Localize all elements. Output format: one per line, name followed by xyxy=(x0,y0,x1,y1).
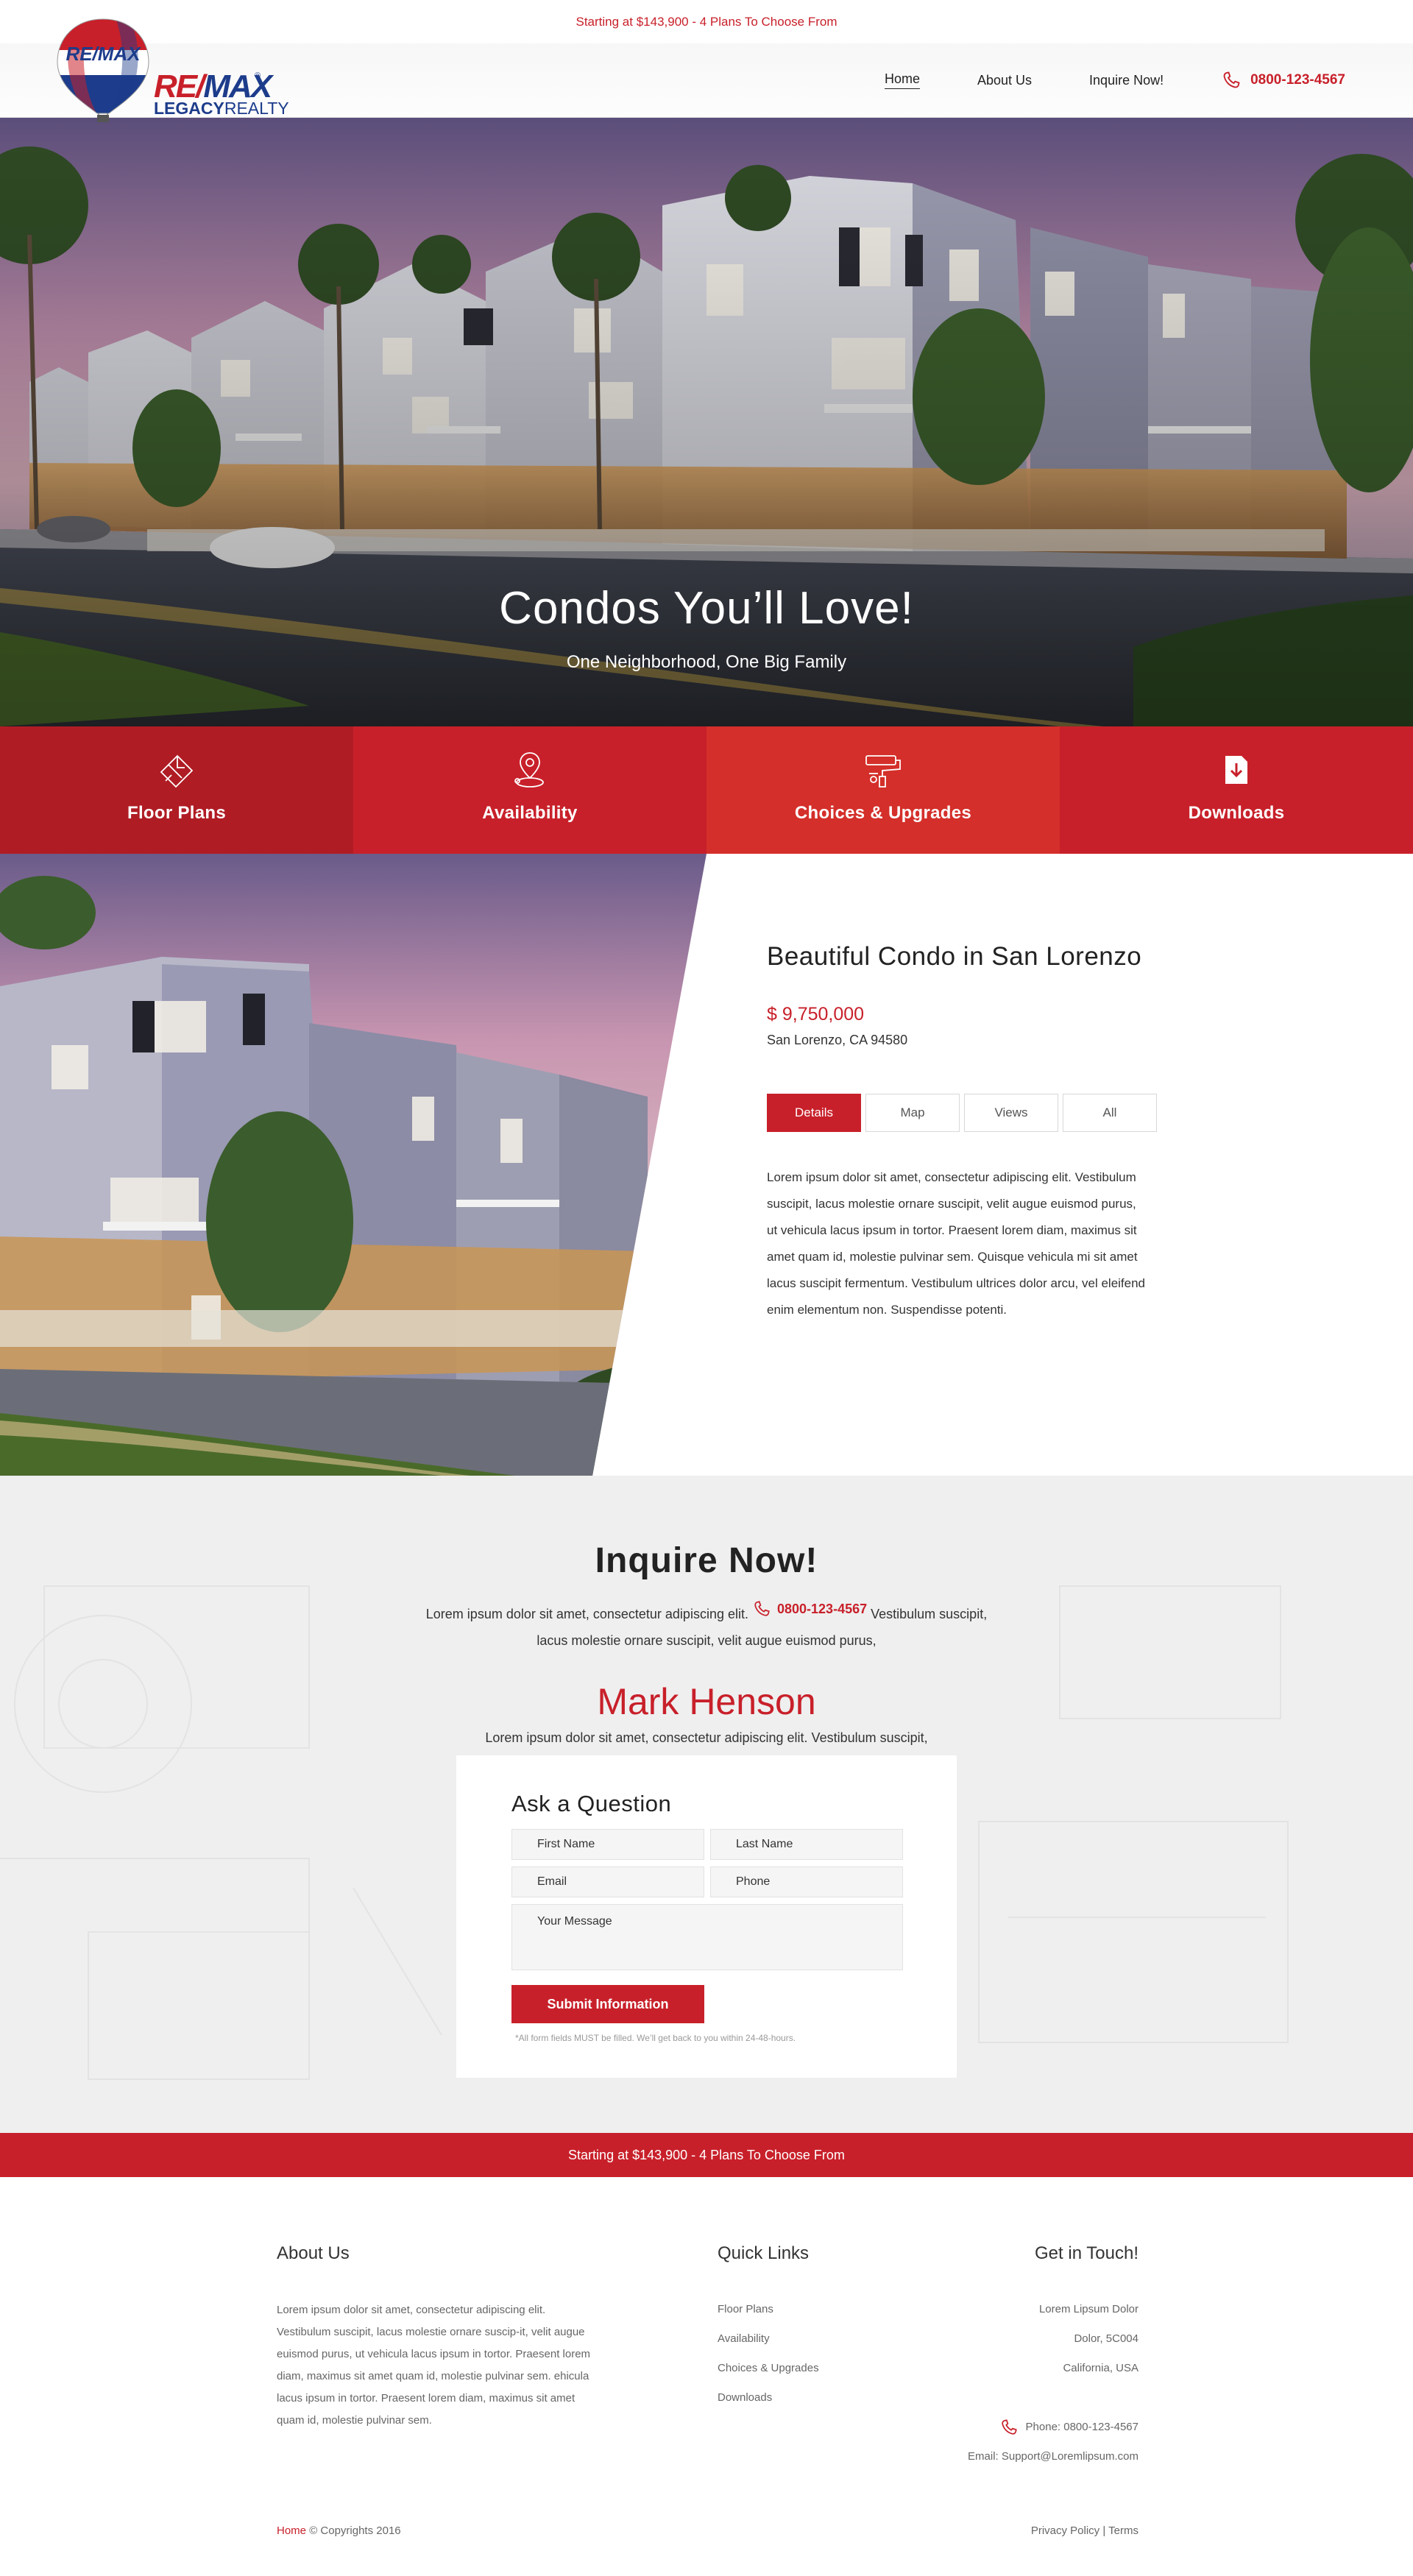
inquire-text: Lorem ipsum dolor sit amet, consectetur … xyxy=(412,1596,1001,1654)
location-pin-icon xyxy=(514,752,544,788)
tab-map[interactable]: Map xyxy=(865,1094,960,1132)
nav-inquire-now[interactable]: Inquire Now! xyxy=(1089,73,1164,88)
tab-all[interactable]: All xyxy=(1063,1094,1157,1132)
footer-legal-links: Privacy Policy | Terms xyxy=(1030,2524,1138,2537)
header-phone-link[interactable]: 0800-123-4567 xyxy=(1221,70,1345,91)
address-line: Lorem Lipsum Dolor xyxy=(1038,2303,1138,2315)
property-description: Lorem ipsum dolor sit amet, consectetur … xyxy=(767,1170,1146,1317)
property-address: San Lorenzo, CA 94580 xyxy=(767,1033,908,1047)
feature-choices-upgrades[interactable]: Choices & Upgrades xyxy=(706,726,1060,854)
privacy-policy-link[interactable]: Privacy Policy xyxy=(1031,2524,1099,2537)
address-line: Dolor, 5C004 xyxy=(1074,2332,1138,2345)
paint-roller-icon xyxy=(865,755,901,788)
site-header: RE/MAX RE/MAX ® LEGACYREALTY Home About … xyxy=(0,18,1413,122)
phone-icon xyxy=(1223,71,1240,88)
inquire-phone-link[interactable]: 0800-123-4567 xyxy=(752,1596,867,1622)
property-tabs: Details Map Views All xyxy=(767,1094,1179,1132)
feature-bar: Floor Plans Availability Choices & Upgra… xyxy=(0,726,1413,854)
agent-name: Mark Henson xyxy=(597,1681,816,1722)
footer-home-link[interactable]: Home xyxy=(277,2524,306,2537)
bottom-promo-text: Starting at $143,900 - 4 Plans To Choose… xyxy=(568,2147,845,2162)
feature-label: Choices & Upgrades xyxy=(794,803,972,823)
hero-banner: Condos You’ll Love! One Neighborhood, On… xyxy=(0,117,1413,726)
top-promo-text: Starting at $143,900 - 4 Plans To Choose… xyxy=(576,14,837,29)
message-field[interactable]: Your Message xyxy=(511,1904,903,1970)
property-price: $ 9,750,000 xyxy=(767,1004,865,1025)
address-line: California, USA xyxy=(1063,2362,1138,2374)
balloon-logo-icon: RE/MAX xyxy=(57,18,149,122)
feature-floor-plans[interactable]: Floor Plans xyxy=(0,726,353,854)
submit-button[interactable]: Submit Information xyxy=(511,1985,704,2023)
hero-title: Condos You’ll Love! xyxy=(499,583,914,634)
feature-downloads[interactable]: Downloads xyxy=(1060,726,1413,854)
phone-icon xyxy=(754,1601,770,1616)
registered-mark: ® xyxy=(255,71,261,80)
first-name-field[interactable]: First Name xyxy=(511,1829,704,1860)
footer-link-downloads[interactable]: Downloads xyxy=(718,2383,819,2413)
question-form: Ask a Question First Name Last Name Emai… xyxy=(456,1755,957,2078)
footer-link-choices-upgrades[interactable]: Choices & Upgrades xyxy=(718,2354,819,2383)
property-title: Beautiful Condo in San Lorenzo xyxy=(767,942,1142,971)
header-phone-number: 0800-123-4567 xyxy=(1250,72,1345,88)
svg-text:RE/MAX: RE/MAX xyxy=(65,43,141,65)
footer-link-floor-plans[interactable]: Floor Plans xyxy=(718,2295,819,2324)
form-title: Ask a Question xyxy=(511,1791,672,1816)
footer-quick-links: Floor Plans Availability Choices & Upgra… xyxy=(718,2295,819,2413)
nav-home[interactable]: Home xyxy=(884,71,920,89)
footer-about-text: Lorem ipsum dolor sit amet, consectetur … xyxy=(277,2304,591,2427)
property-section: Beautiful Condo in San Lorenzo $ 9,750,0… xyxy=(0,854,1413,1476)
main-nav: Home About Us Inquire Now! 0800-123-4567 xyxy=(884,43,1413,117)
brand-subtitle: LEGACYREALTY xyxy=(154,99,289,118)
download-icon xyxy=(1225,756,1247,784)
email-field[interactable]: Email xyxy=(511,1866,704,1897)
form-note: *All form fields MUST be filled. We’ll g… xyxy=(515,2033,796,2043)
phone-icon xyxy=(1001,2419,1017,2435)
property-image xyxy=(0,854,706,1476)
footer-link-availability[interactable]: Availability xyxy=(718,2324,819,2354)
bottom-promo-bar: Starting at $143,900 - 4 Plans To Choose… xyxy=(0,2133,1413,2177)
last-name-field[interactable]: Last Name xyxy=(710,1829,903,1860)
footer-copyright: Home © Copyrights 2016 xyxy=(277,2524,401,2537)
property-info: Beautiful Condo in San Lorenzo $ 9,750,0… xyxy=(767,942,1179,1323)
footer-phone[interactable]: Phone: 0800-123-4567 xyxy=(968,2413,1138,2442)
footer-links-title: Quick Links xyxy=(718,2243,810,2263)
tab-details[interactable]: Details xyxy=(767,1094,861,1132)
floor-plan-icon xyxy=(160,754,194,788)
tab-views[interactable]: Views xyxy=(964,1094,1058,1132)
footer-about-title: About Us xyxy=(277,2243,350,2263)
phone-field[interactable]: Phone xyxy=(710,1866,903,1897)
hero-subtitle: One Neighborhood, One Big Family xyxy=(566,652,847,672)
terms-link[interactable]: Terms xyxy=(1108,2524,1138,2537)
remax-logo[interactable]: RE/MAX RE/MAX ® LEGACYREALTY xyxy=(54,16,334,127)
footer-contact: Lorem Lipsum Dolor Dolor, 5C004 Californ… xyxy=(968,2295,1138,2471)
feature-label: Floor Plans xyxy=(127,803,226,823)
site-footer: About Us Lorem ipsum dolor sit amet, con… xyxy=(0,2177,1413,2576)
hero-condos-image xyxy=(0,117,1413,726)
nav-about-us[interactable]: About Us xyxy=(977,73,1032,88)
footer-contact-title: Get in Touch! xyxy=(1035,2243,1138,2263)
feature-availability[interactable]: Availability xyxy=(353,726,706,854)
inquire-title: Inquire Now! xyxy=(595,1541,818,1580)
inquire-section: Inquire Now! Lorem ipsum dolor sit amet,… xyxy=(0,1476,1413,2133)
feature-label: Availability xyxy=(482,803,578,823)
agent-text: Lorem ipsum dolor sit amet, consectetur … xyxy=(485,1730,928,1745)
footer-email[interactable]: Email: Support@Loremlipsum.com xyxy=(968,2442,1138,2471)
feature-label: Downloads xyxy=(1188,803,1285,823)
